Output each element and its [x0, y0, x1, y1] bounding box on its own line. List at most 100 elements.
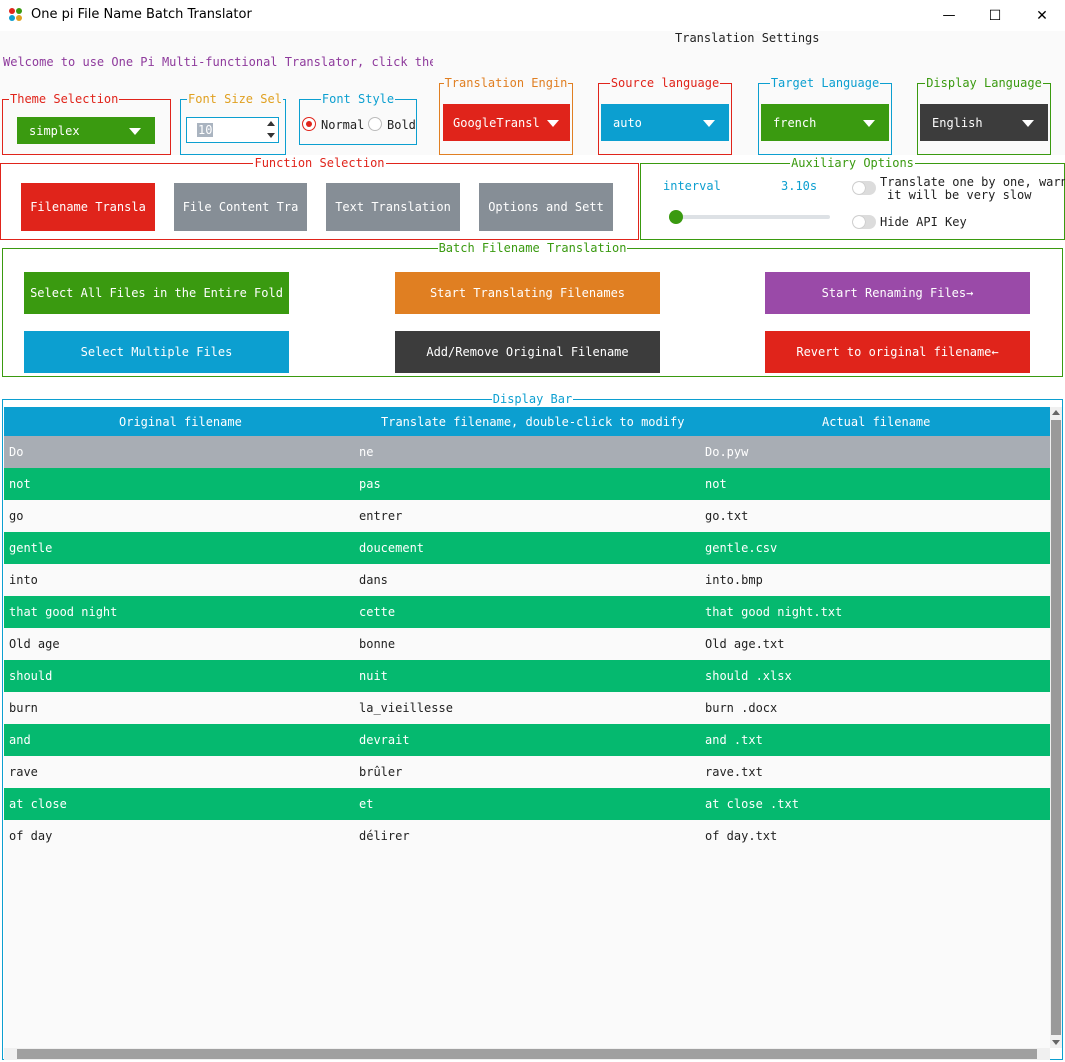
- chevron-down-icon: [703, 119, 715, 127]
- cell-translated[interactable]: doucement: [359, 541, 424, 555]
- cell-translated[interactable]: ne: [359, 445, 373, 459]
- file-content-translation-tab[interactable]: File Content Tra: [174, 183, 307, 231]
- table-row[interactable]: not pas not: [4, 468, 1050, 500]
- translation-engine-value: GoogleTransl: [453, 115, 540, 130]
- source-language-select[interactable]: auto: [601, 104, 729, 141]
- translation-engine-legend: Translation Engin: [444, 76, 568, 90]
- display-language-legend: Display Language: [926, 76, 1042, 90]
- cell-original: go: [9, 509, 24, 523]
- cell-original: gentle: [9, 541, 53, 555]
- batch-filename-legend: Batch Filename Translation: [438, 241, 627, 255]
- vertical-scroll-thumb[interactable]: [1051, 420, 1061, 1035]
- revert-filename-button[interactable]: Revert to original filename←: [765, 331, 1030, 373]
- table-row[interactable]: go entrer go.txt: [4, 500, 1050, 532]
- cell-translated[interactable]: devrait: [359, 733, 410, 747]
- filename-translation-tab[interactable]: Filename Transla: [21, 183, 155, 231]
- table-row[interactable]: burn la_vieillesse burn .docx: [4, 692, 1050, 724]
- interval-value: 3.10s: [781, 179, 818, 193]
- cell-translated[interactable]: cette: [359, 605, 395, 619]
- radio-bold[interactable]: [368, 117, 382, 131]
- interval-slider-track[interactable]: [669, 215, 830, 219]
- font-size-value[interactable]: 10: [197, 123, 214, 137]
- translation-engine-select[interactable]: GoogleTransl: [443, 104, 570, 141]
- chevron-down-icon: [547, 119, 559, 127]
- cell-translated[interactable]: et: [359, 797, 373, 811]
- cell-actual: should .xlsx: [705, 669, 792, 683]
- hide-api-key-toggle[interactable]: [852, 215, 876, 229]
- display-language-value: English: [932, 115, 983, 130]
- cell-translated[interactable]: dans: [359, 573, 388, 587]
- maximize-button[interactable]: ☐: [972, 0, 1018, 31]
- scroll-up-arrow-icon[interactable]: [1052, 410, 1060, 415]
- cell-original: Old age: [9, 637, 60, 651]
- display-bar-legend: Display Bar: [492, 392, 573, 406]
- theme-selection-legend: Theme Selection: [10, 92, 119, 106]
- spin-up-icon[interactable]: [267, 121, 275, 126]
- table-row[interactable]: gentle doucement gentle.csv: [4, 532, 1050, 564]
- font-size-spinbox[interactable]: 10: [186, 117, 279, 143]
- start-renaming-button[interactable]: Start Renaming Files→: [765, 272, 1030, 314]
- table-row[interactable]: Old age bonne Old age.txt: [4, 628, 1050, 660]
- window-title: One pi File Name Batch Translator: [31, 7, 252, 22]
- table-row[interactable]: into dans into.bmp: [4, 564, 1050, 596]
- cell-translated[interactable]: bonne: [359, 637, 395, 651]
- cell-actual: rave.txt: [705, 765, 763, 779]
- column-header-translated[interactable]: Translate filename, double-click to modi…: [381, 415, 684, 429]
- cell-translated[interactable]: nuit: [359, 669, 388, 683]
- cell-actual: Old age.txt: [705, 637, 785, 651]
- text-translation-tab[interactable]: Text Translation: [326, 183, 460, 231]
- cell-original: burn: [9, 701, 38, 715]
- cell-original: at close: [9, 797, 67, 811]
- column-header-original[interactable]: Original filename: [119, 415, 242, 429]
- cell-translated[interactable]: délirer: [359, 829, 410, 843]
- spin-down-icon[interactable]: [267, 133, 275, 138]
- translate-one-by-one-label: Translate one by one, warni: [880, 175, 1065, 189]
- column-header-actual[interactable]: Actual filename: [822, 415, 930, 429]
- table-row[interactable]: and devrait and .txt: [4, 724, 1050, 756]
- cell-translated[interactable]: la_vieillesse: [359, 701, 453, 715]
- cell-original: that good night: [9, 605, 118, 619]
- start-translating-button[interactable]: Start Translating Filenames: [395, 272, 660, 314]
- table-row[interactable]: rave brûler rave.txt: [4, 756, 1050, 788]
- target-language-select[interactable]: french: [761, 104, 889, 141]
- cell-original: into: [9, 573, 38, 587]
- radio-normal-label: Normal: [321, 118, 365, 132]
- table-row[interactable]: at close et at close .txt: [4, 788, 1050, 820]
- target-language-legend: Target Language: [770, 76, 880, 90]
- table-row[interactable]: of day délirer of day.txt: [4, 820, 1050, 852]
- select-all-files-button[interactable]: Select All Files in the Entire Fold: [24, 272, 289, 314]
- target-language-value: french: [773, 115, 817, 130]
- theme-select[interactable]: simplex: [17, 117, 155, 144]
- horizontal-scroll-thumb[interactable]: [17, 1049, 1037, 1059]
- cell-translated[interactable]: pas: [359, 477, 381, 491]
- function-selection-legend: Function Selection: [254, 156, 385, 170]
- table-row[interactable]: that good night cette that good night.txt: [4, 596, 1050, 628]
- scroll-down-arrow-icon[interactable]: [1052, 1040, 1060, 1045]
- font-size-legend: Font Size Sel: [188, 92, 282, 106]
- font-style-legend: Font Style: [321, 92, 395, 106]
- table-row[interactable]: should nuit should .xlsx: [4, 660, 1050, 692]
- cell-actual: not: [705, 477, 727, 491]
- cell-translated[interactable]: entrer: [359, 509, 402, 523]
- cell-actual: that good night.txt: [705, 605, 843, 619]
- cell-actual: into.bmp: [705, 573, 763, 587]
- cell-original: should: [9, 669, 53, 683]
- table-header: Original filename Translate filename, do…: [4, 407, 1050, 437]
- translate-one-by-one-toggle[interactable]: [852, 181, 876, 195]
- radio-normal[interactable]: [302, 117, 316, 131]
- interval-slider-handle[interactable]: [669, 210, 683, 224]
- options-settings-tab[interactable]: Options and Sett: [479, 183, 613, 231]
- filename-table[interactable]: Original filename Translate filename, do…: [4, 407, 1050, 1048]
- minimize-button[interactable]: —: [926, 0, 972, 31]
- add-remove-original-button[interactable]: Add/Remove Original Filename: [395, 331, 660, 373]
- cell-original: not: [9, 477, 31, 491]
- display-language-select[interactable]: English: [920, 104, 1048, 141]
- select-multiple-files-button[interactable]: Select Multiple Files: [24, 331, 289, 373]
- chevron-down-icon: [1022, 119, 1034, 127]
- close-button[interactable]: ✕: [1019, 0, 1065, 31]
- chevron-down-icon: [863, 119, 875, 127]
- title-bar: One pi File Name Batch Translator — ☐ ✕: [0, 0, 1065, 31]
- table-row-selected[interactable]: Do ne Do.pyw: [4, 436, 1050, 468]
- cell-translated[interactable]: brûler: [359, 765, 402, 779]
- cell-actual: burn .docx: [705, 701, 778, 715]
